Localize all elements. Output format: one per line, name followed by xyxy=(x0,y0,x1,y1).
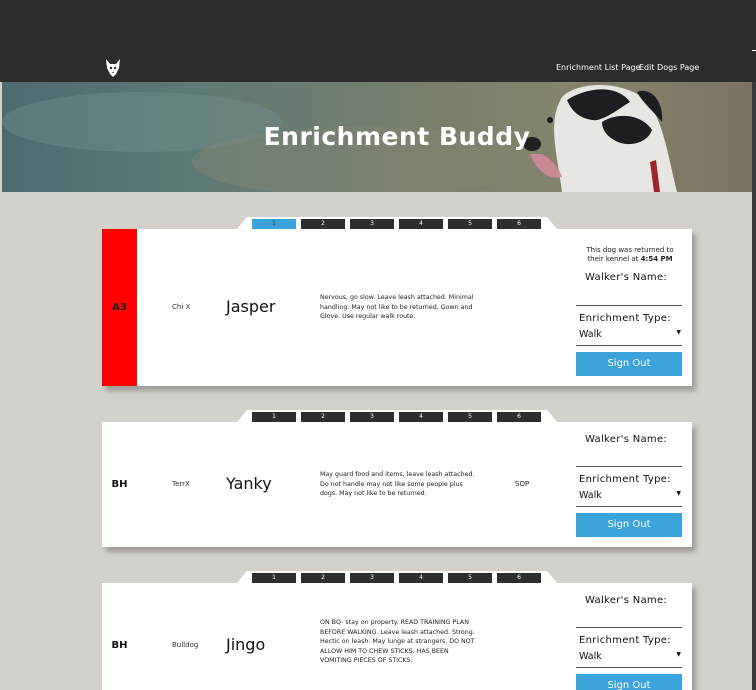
dog-notes: May guard food and items, leave leash at… xyxy=(320,471,475,497)
walk-tab-5[interactable]: 5 xyxy=(448,412,492,422)
caret-down-icon: ▼ xyxy=(676,651,681,658)
kennel-code: A3 xyxy=(102,229,137,386)
enrichment-type-value: Walk xyxy=(579,490,602,501)
sign-out-button[interactable]: Sign Out xyxy=(576,352,682,376)
walk-tab-6[interactable]: 6 xyxy=(497,219,541,229)
walker-name-label: Walker's Name: xyxy=(585,595,668,606)
select-underline xyxy=(576,506,682,507)
kennel-code: BH xyxy=(111,640,128,651)
hero-title: Enrichment Buddy xyxy=(263,122,531,151)
dog-notes: ON BQ- stay on property. READ TRAINING P… xyxy=(320,619,475,664)
walk-count-tabs: 123456 xyxy=(237,410,557,422)
enrichment-type-value: Walk xyxy=(579,651,602,662)
walk-tab-4[interactable]: 4 xyxy=(399,219,443,229)
walk-tab-3[interactable]: 3 xyxy=(350,412,394,422)
returned-status: This dog was returned to their kennel at… xyxy=(580,246,680,264)
dog-logo-icon[interactable] xyxy=(104,58,122,78)
walker-name-input[interactable] xyxy=(576,466,682,467)
sign-out-button[interactable]: Sign Out xyxy=(576,674,682,690)
dog-card: BH Bulldog Jingo ON BQ- stay on property. R… xyxy=(102,583,692,690)
walk-tab-5[interactable]: 5 xyxy=(448,573,492,583)
enrichment-type-label: Enrichment Type: xyxy=(579,474,671,485)
walk-tab-2[interactable]: 2 xyxy=(301,412,345,422)
caret-down-icon: ▼ xyxy=(676,329,681,336)
walk-tab-6[interactable]: 6 xyxy=(497,573,541,583)
walk-tab-6[interactable]: 6 xyxy=(497,412,541,422)
dog-breed: Chi X xyxy=(172,302,191,311)
caret-down-icon: ▼ xyxy=(676,490,681,497)
nav-link-enrichment-list[interactable]: Enrichment List Page xyxy=(556,63,640,72)
kennel-code: BH xyxy=(111,479,128,490)
walker-name-input[interactable] xyxy=(576,305,682,306)
page-scroll-edge xyxy=(752,82,756,690)
enrichment-type-value: Walk xyxy=(579,329,602,340)
walk-tab-4[interactable]: 4 xyxy=(399,412,443,422)
sign-out-button[interactable]: Sign Out xyxy=(576,513,682,537)
dog-breed: TerrX xyxy=(172,479,190,488)
walk-tab-1[interactable]: 1 xyxy=(252,219,296,229)
enrichment-type-select[interactable]: Walk ▼ xyxy=(579,329,683,342)
dog-name: Jingo xyxy=(226,634,266,654)
walker-name-input[interactable] xyxy=(576,627,682,628)
dog-name: Yanky xyxy=(226,473,272,493)
dog-card: A3 Chi X Jasper Nervous, go slow. Leave lea… xyxy=(102,229,692,386)
enrichment-type-label: Enrichment Type: xyxy=(579,313,671,324)
walker-name-label: Walker's Name: xyxy=(585,272,668,283)
nav-link-edit-dogs[interactable]: Edit Dogs Page xyxy=(639,63,699,72)
walk-tab-4[interactable]: 4 xyxy=(399,573,443,583)
dog-card: BH TerrX Yanky May guard food and items, le… xyxy=(102,422,692,547)
dog-notes: Nervous, go slow. Leave leash attached. … xyxy=(320,294,474,320)
sop-label: SOP xyxy=(515,479,530,488)
walk-count-tabs: 123456 xyxy=(237,571,557,583)
walk-tab-5[interactable]: 5 xyxy=(448,219,492,229)
select-underline xyxy=(576,345,682,346)
enrichment-type-select[interactable]: Walk ▼ xyxy=(579,490,683,503)
hero-banner: Enrichment Buddy xyxy=(2,82,752,192)
walk-tab-1[interactable]: 1 xyxy=(252,573,296,583)
walk-tab-2[interactable]: 2 xyxy=(301,219,345,229)
enrichment-type-label: Enrichment Type: xyxy=(579,635,671,646)
dog-name: Jasper xyxy=(226,296,276,316)
dog-breed: Bulldog xyxy=(172,640,199,649)
walk-count-tabs: 123456 xyxy=(237,217,557,229)
walk-tab-3[interactable]: 3 xyxy=(350,219,394,229)
enrichment-type-select[interactable]: Walk ▼ xyxy=(579,651,683,664)
walk-tab-2[interactable]: 2 xyxy=(301,573,345,583)
walk-tab-3[interactable]: 3 xyxy=(350,573,394,583)
walker-name-label: Walker's Name: xyxy=(585,434,668,445)
returned-time: 4:54 PM xyxy=(640,255,673,263)
edge-mark xyxy=(752,50,756,51)
select-underline xyxy=(576,667,682,668)
walk-tab-1[interactable]: 1 xyxy=(252,412,296,422)
